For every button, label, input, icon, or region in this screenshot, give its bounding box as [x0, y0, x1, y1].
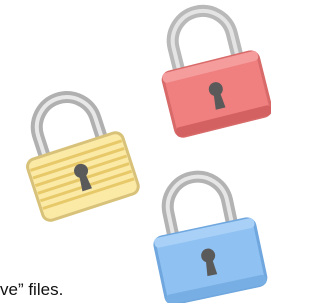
- blue-padlock-icon: [142, 166, 268, 303]
- illustration-panel: ve” files.: [0, 0, 271, 303]
- caption-text: ve” files.: [0, 280, 64, 299]
- yellow-padlock-icon: [12, 85, 144, 222]
- red-padlock-icon: [150, 0, 271, 138]
